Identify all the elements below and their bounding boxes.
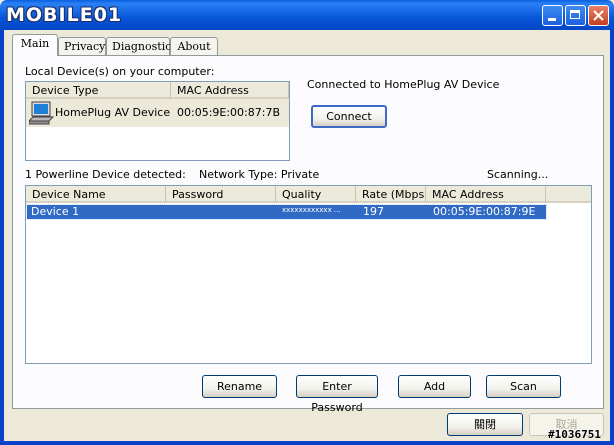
window-frame-left — [0, 30, 4, 445]
network-type-label: Network Type: Private — [199, 168, 320, 181]
local-device-mac: 00:05:9E:00:87:7B — [177, 106, 281, 119]
device-name-cell: Device 1 — [31, 205, 80, 218]
computer-icon — [29, 101, 55, 125]
window-frame-bottom — [0, 441, 614, 445]
connect-button[interactable]: Connect — [311, 105, 387, 128]
powerline-device-list[interactable]: Device Name Password Quality Rate (Mbps)… — [25, 185, 592, 364]
close-button[interactable] — [588, 5, 609, 26]
column-rate[interactable]: Rate (Mbps) — [356, 186, 426, 203]
window-title: MOBILE01 — [6, 4, 123, 26]
detected-devices-label: 1 Powerline Device detected: — [25, 168, 186, 181]
rate-cell: 197 — [363, 205, 384, 218]
column-device-type[interactable]: Device Type — [26, 82, 171, 99]
table-row[interactable]: Device 1 xxxxxxxxxxxx ... 197 00:05:9E:0… — [26, 204, 547, 220]
tab-privacy[interactable]: Privacy — [58, 37, 106, 55]
column-device-name[interactable]: Device Name — [26, 186, 166, 203]
add-button[interactable]: Add — [398, 375, 471, 398]
column-filler — [546, 186, 591, 203]
quality-cell: xxxxxxxxxxxx ... — [282, 206, 341, 214]
tab-about[interactable]: About — [170, 37, 218, 55]
column-mac-address[interactable]: MAC Address — [171, 82, 289, 99]
column-powerline-mac[interactable]: MAC Address — [426, 186, 546, 203]
close-icon — [593, 10, 604, 21]
minimize-icon — [548, 18, 556, 21]
minimize-button[interactable] — [542, 5, 563, 26]
scan-button[interactable]: Scan — [486, 375, 561, 398]
tab-main[interactable]: Main — [12, 34, 58, 56]
local-devices-label: Local Device(s) on your computer: — [25, 65, 215, 78]
enter-password-button[interactable]: Enter Password — [296, 375, 378, 414]
close-dialog-button[interactable]: 關閉 — [447, 413, 523, 436]
list-item[interactable]: HomePlug AV Device 00:05:9E:00:87:7B — [26, 99, 289, 127]
local-device-list[interactable]: Device Type MAC Address HomePlug AV Devi… — [25, 81, 290, 161]
window-frame-right — [610, 30, 614, 445]
maximize-icon — [570, 10, 580, 19]
watermark: #1036751 — [548, 428, 601, 441]
rename-button[interactable]: Rename — [202, 375, 277, 398]
column-quality[interactable]: Quality — [276, 186, 356, 203]
mac-cell: 00:05:9E:00:87:9E — [433, 205, 536, 218]
local-device-type: HomePlug AV Device — [55, 106, 171, 119]
tab-diagnostics[interactable]: Diagnostics — [106, 37, 177, 55]
connection-status: Connected to HomePlug AV Device — [307, 78, 500, 91]
column-password[interactable]: Password — [166, 186, 276, 203]
maximize-button[interactable] — [565, 5, 586, 26]
scanning-status: Scanning... — [487, 168, 549, 181]
